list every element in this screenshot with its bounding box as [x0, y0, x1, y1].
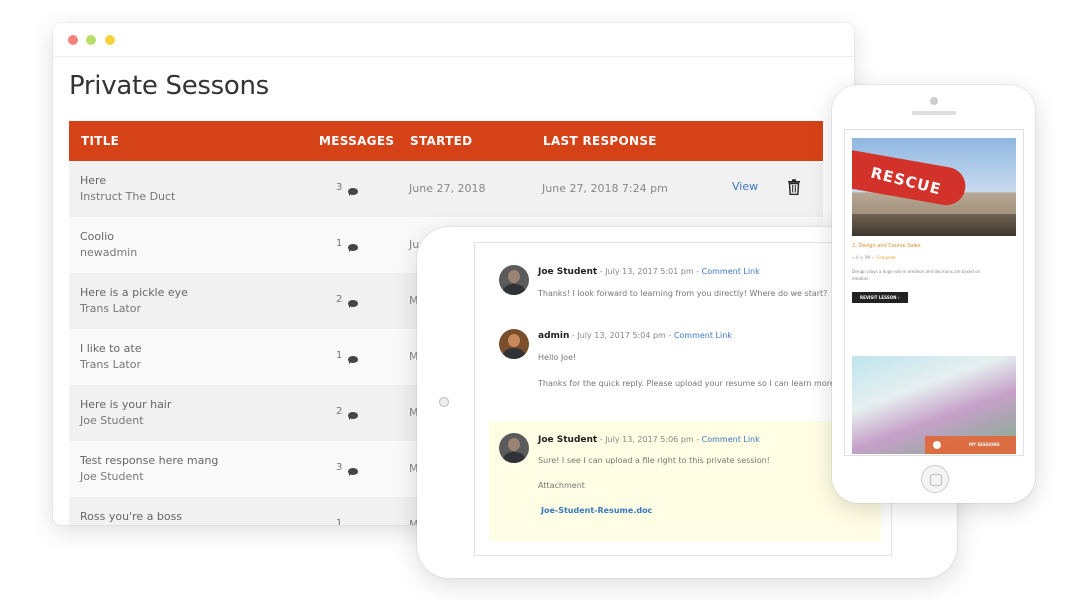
session-title[interactable]: Test response here mang: [80, 454, 218, 467]
attachment-link[interactable]: Joe-Student-Resume.doc: [541, 506, 652, 515]
lesson-desc: Design plays a huge role in emotion and …: [852, 269, 981, 274]
table-header: TITLE MESSAGES STARTED LAST RESPONSE: [69, 121, 823, 161]
col-messages[interactable]: MESSAGES: [319, 134, 394, 148]
user-icon: [933, 441, 941, 449]
view-link[interactable]: View: [732, 180, 758, 193]
session-user: Joe Student: [80, 470, 144, 483]
session-thread: Joe Student - July 13, 2017 5:01 pm - Co…: [474, 242, 892, 556]
speech-bubble-icon: [348, 468, 358, 476]
message-count: 3: [336, 462, 343, 473]
minimize-dot[interactable]: [86, 35, 96, 45]
chat-icon: ▫: [852, 255, 855, 260]
session-title[interactable]: Ross you're a boss: [80, 510, 182, 523]
lesson-meta: ▫ 0 ◷ PM ✓ Complete: [852, 255, 896, 260]
avatar: [499, 265, 529, 295]
session-user: Trans Lator: [80, 302, 141, 315]
comment-link[interactable]: Comment Link: [674, 331, 732, 340]
session-user: Joe Student: [80, 414, 144, 427]
comment-author[interactable]: Joe Student: [538, 267, 597, 277]
phone-speaker: [912, 111, 956, 115]
avatar: [499, 433, 529, 463]
comment-header: Joe Student - July 13, 2017 5:01 pm - Co…: [538, 267, 760, 277]
col-title[interactable]: TITLE: [81, 134, 119, 148]
session-user: newadmin: [80, 246, 138, 259]
col-last-response[interactable]: LAST RESPONSE: [543, 134, 657, 148]
session-title[interactable]: I like to ate: [80, 342, 141, 355]
revisit-lesson-label: REVISIT LESSON: [860, 295, 897, 300]
lesson-title[interactable]: 2. Design and Course Sales: [852, 243, 921, 249]
session-title[interactable]: Here: [80, 174, 106, 187]
comment-meta: - July 13, 2017 5:04 pm -: [569, 331, 674, 340]
my-sessions-bar[interactable]: MY SESSIONS: [925, 436, 1016, 454]
close-dot[interactable]: [68, 35, 78, 45]
comment-meta: - July 13, 2017 5:01 pm -: [597, 267, 702, 276]
started-date: June 27, 2018: [409, 182, 486, 195]
message-count: 1: [336, 518, 343, 525]
phone-camera: [930, 97, 938, 105]
comment-body: Hello Joe!: [538, 353, 577, 362]
my-sessions-label: MY SESSIONS: [969, 442, 1000, 447]
session-title[interactable]: Here is a pickle eye: [80, 286, 188, 299]
session-title[interactable]: Here is your hair: [80, 398, 171, 411]
speech-bubble-icon: [348, 300, 358, 308]
clock-icon: ◷: [859, 255, 864, 260]
message-count: 2: [336, 406, 343, 417]
lesson-image[interactable]: RESCUE: [852, 138, 1016, 236]
comment-link[interactable]: Comment Link: [702, 435, 760, 444]
comment-header: Joe Student - July 13, 2017 5:06 pm - Co…: [538, 435, 760, 445]
session-user: Instruct The Duct: [80, 190, 176, 203]
comment-link[interactable]: Comment Link: [702, 267, 760, 276]
maximize-dot[interactable]: [105, 35, 115, 45]
avatar: [499, 329, 529, 359]
session-title[interactable]: Coolio: [80, 230, 114, 243]
check-icon: ✓: [871, 255, 876, 260]
lesson-time: PM: [864, 255, 871, 260]
message-count: 3: [336, 182, 343, 193]
speech-bubble-icon: [348, 412, 358, 420]
session-user: Trans Lator: [80, 358, 141, 371]
phone-home-button[interactable]: [921, 465, 949, 493]
last-response-date: June 27, 2018 7:24 pm: [542, 182, 668, 195]
lesson-status: Complete: [876, 255, 896, 260]
message-count: 1: [336, 238, 343, 249]
message-count: 2: [336, 294, 343, 305]
speech-bubble-icon: [348, 244, 358, 252]
attachment-label: Attachment: [538, 481, 585, 490]
revisit-lesson-button[interactable]: REVISIT LESSON ›: [852, 292, 908, 303]
table-row[interactable]: Here Instruct The Duct 3 June 27, 2018 J…: [69, 161, 823, 217]
trash-icon[interactable]: [787, 179, 801, 195]
comment-header: admin - July 13, 2017 5:04 pm - Comment …: [538, 331, 732, 341]
speech-bubble-icon: [348, 188, 358, 196]
page-title: Private Sessons: [69, 71, 269, 101]
comment-author[interactable]: admin: [538, 331, 569, 341]
comment-body: Thanks! I look forward to learning from …: [538, 289, 828, 298]
window-chrome: [53, 23, 854, 57]
speech-bubble-icon: [348, 356, 358, 364]
comment-body: Sure! I see I can upload a file right to…: [538, 456, 770, 465]
message-count: 1: [336, 350, 343, 361]
comment-author[interactable]: Joe Student: [538, 435, 597, 445]
comment-meta: - July 13, 2017 5:06 pm -: [597, 435, 702, 444]
col-started[interactable]: STARTED: [410, 134, 472, 148]
tablet-home-button: [439, 397, 449, 407]
rocks: [852, 214, 1016, 236]
comment-body: Thanks for the quick reply. Please uploa…: [538, 379, 848, 388]
phone-device: RESCUE 2. Design and Course Sales ▫ 0 ◷ …: [832, 85, 1035, 503]
lesson-desc: emotion.: [852, 276, 870, 281]
phone-screen: RESCUE 2. Design and Course Sales ▫ 0 ◷ …: [844, 129, 1024, 456]
comment-count: 0: [856, 255, 859, 260]
